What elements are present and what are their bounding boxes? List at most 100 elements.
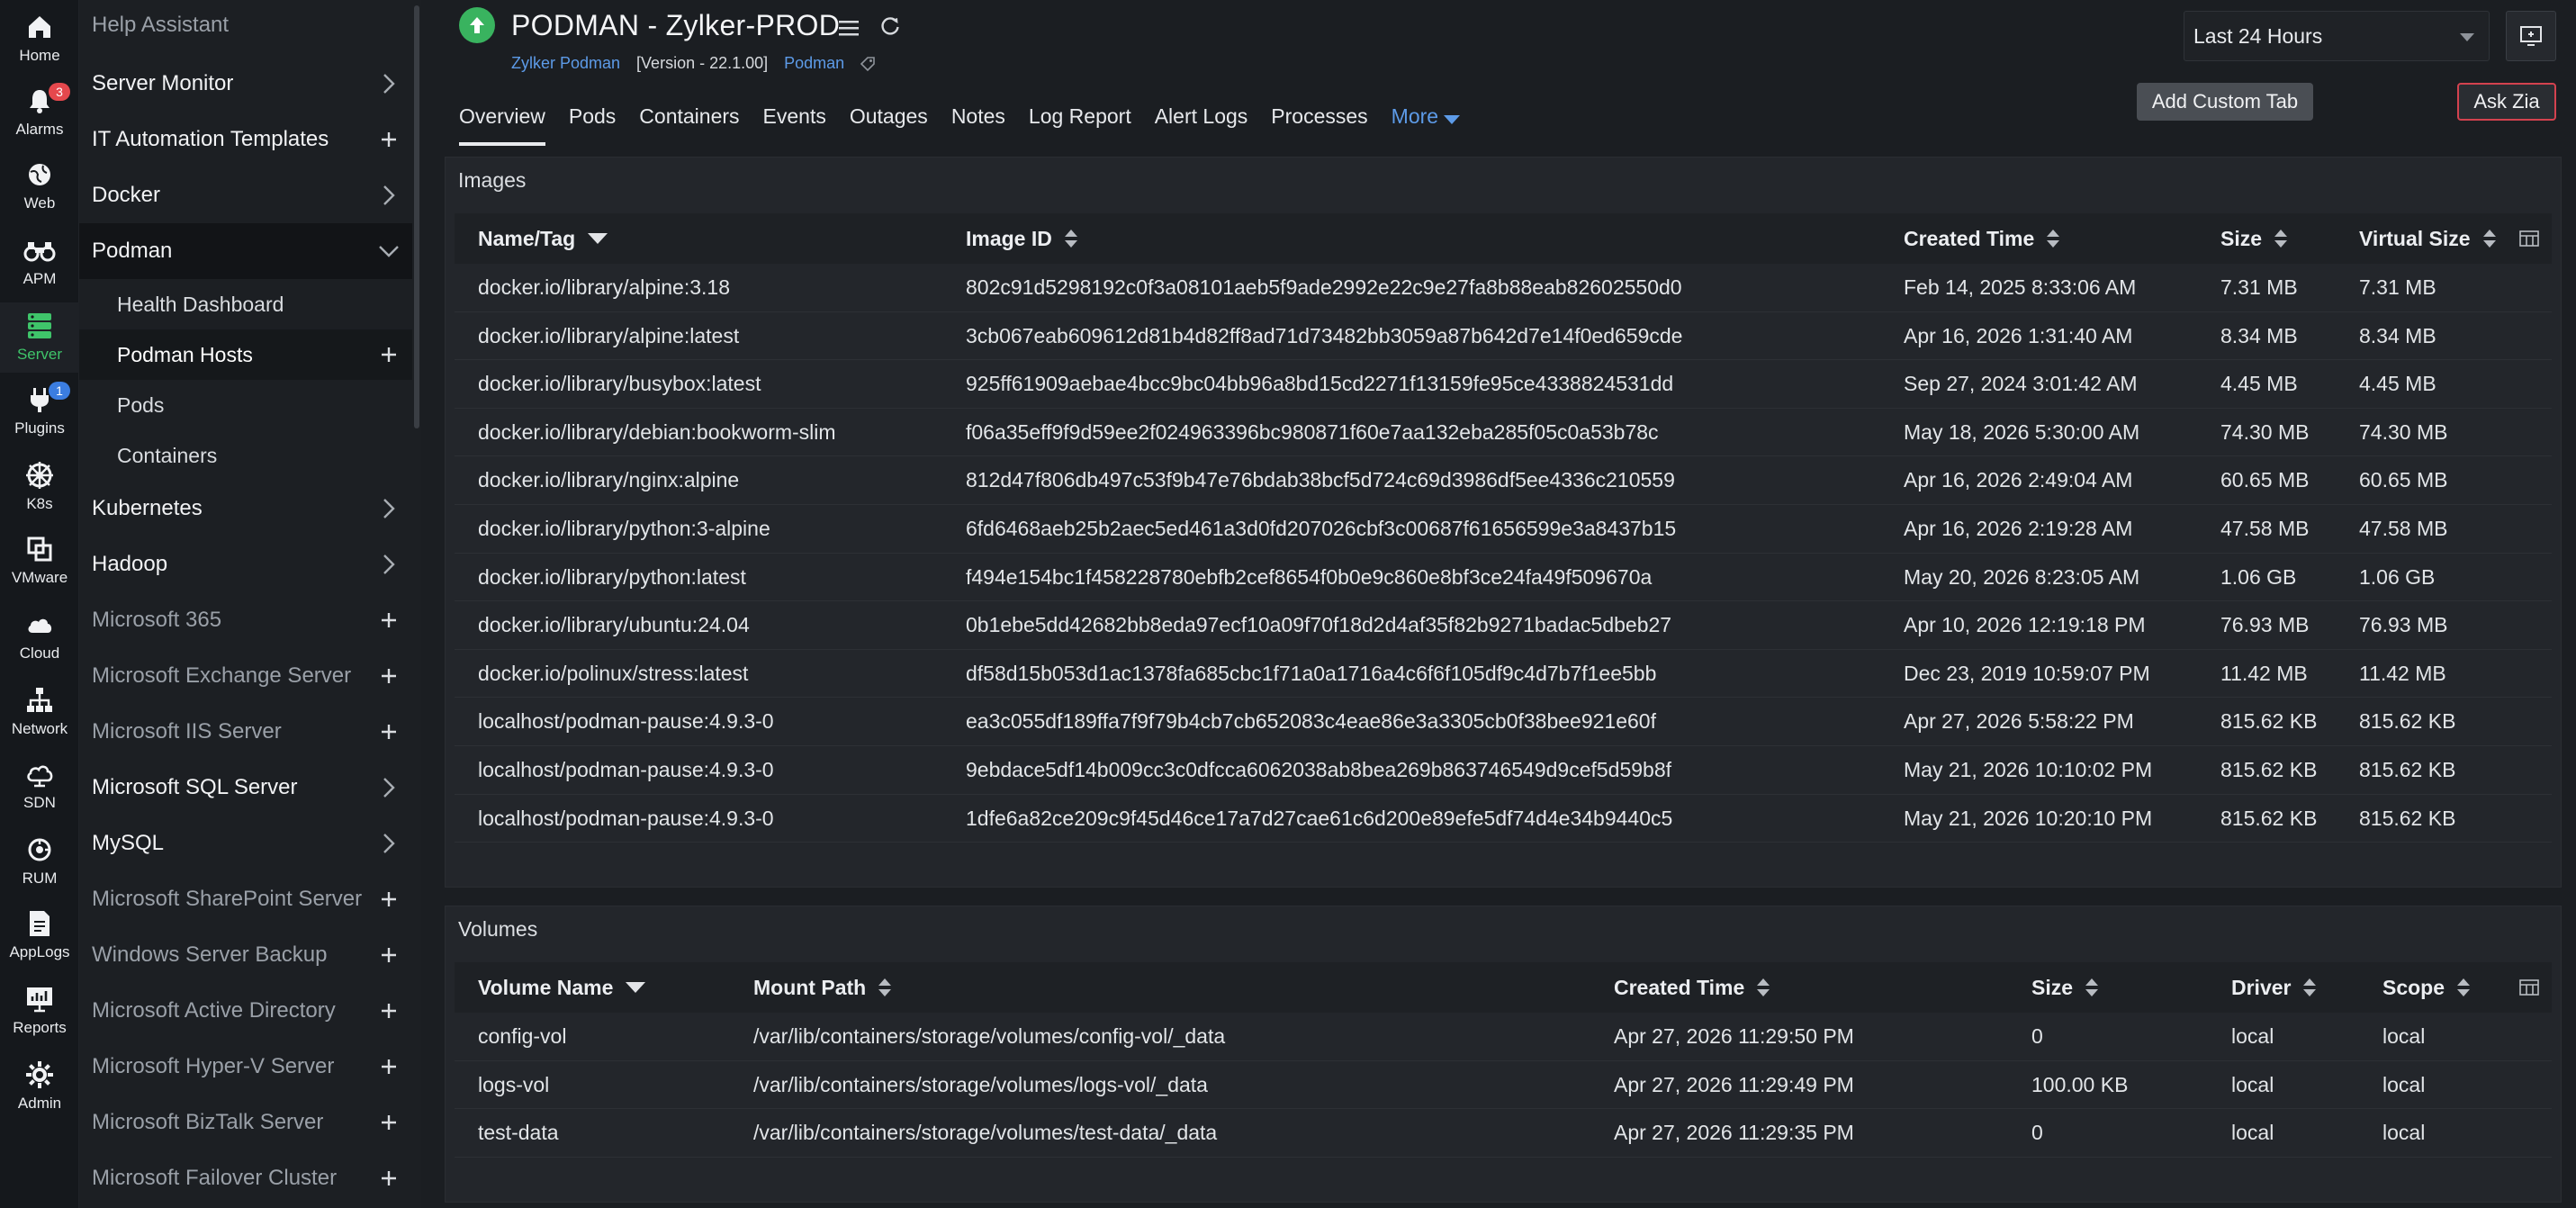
monitor-name-link[interactable]: Zylker Podman xyxy=(511,54,620,73)
plus-icon[interactable] xyxy=(378,721,400,743)
sidebar-item-hadoop[interactable]: Hadoop xyxy=(79,536,412,592)
tab-outages[interactable]: Outages xyxy=(850,101,928,146)
sidebar-item-windows-server-backup[interactable]: Windows Server Backup xyxy=(79,927,412,983)
cell-size: 815.62 KB xyxy=(2220,806,2318,830)
sidebar-item-kubernetes[interactable]: Kubernetes xyxy=(79,481,412,536)
plus-icon[interactable] xyxy=(378,609,400,631)
tab-containers[interactable]: Containers xyxy=(639,101,739,146)
sidebar-item-containers[interactable]: Containers xyxy=(79,430,412,481)
table-row[interactable]: config-vol/var/lib/containers/storage/vo… xyxy=(455,1013,2552,1061)
plus-icon[interactable] xyxy=(378,944,400,966)
tag-icon[interactable] xyxy=(859,55,877,73)
sidebar-item-microsoft-iis-server[interactable]: Microsoft IIS Server xyxy=(79,704,412,760)
table-row[interactable]: docker.io/library/alpine:3.18 802c91d5298… xyxy=(455,264,2552,312)
table-row[interactable]: docker.io/library/python:3-alpine 6fd6468… xyxy=(455,505,2552,554)
sidebar-item-help-assistant[interactable]: Help Assistant xyxy=(79,0,412,50)
table-row[interactable]: localhost/podman-pause:4.9.3-0 9ebdace5df… xyxy=(455,746,2552,795)
plus-icon[interactable] xyxy=(378,1056,400,1077)
chevron-right-icon[interactable] xyxy=(378,498,400,519)
plus-icon[interactable] xyxy=(378,1112,400,1133)
sidebar-item-microsoft-sql-server[interactable]: Microsoft SQL Server xyxy=(79,760,412,816)
table-row[interactable]: docker.io/library/alpine:latest 3cb067eab… xyxy=(455,312,2552,361)
monitor-type-link[interactable]: Podman xyxy=(784,54,844,73)
rail-item-home[interactable]: Home xyxy=(0,4,79,74)
sidebar-item-label: Microsoft SQL Server xyxy=(92,775,298,799)
rail-item-reports[interactable]: Reports xyxy=(0,976,79,1046)
plus-icon[interactable] xyxy=(378,129,400,150)
rail-item-vmware[interactable]: VMware xyxy=(0,526,79,596)
rail-item-server[interactable]: Server xyxy=(0,302,79,373)
rail-item-sdn[interactable]: SDN xyxy=(0,751,79,821)
plus-icon[interactable] xyxy=(378,1000,400,1022)
menu-icon[interactable] xyxy=(837,16,860,40)
cell-image-id: 6fd6468aeb25b2aec5ed461a3d0fd207026cbf3c… xyxy=(966,517,1677,540)
rail-item-web[interactable]: Web xyxy=(0,151,79,221)
tab-log-report[interactable]: Log Report xyxy=(1029,101,1131,146)
rail-item-k8s[interactable]: K8s xyxy=(0,452,79,522)
rail-item-rum[interactable]: RUM xyxy=(0,826,79,897)
rail-item-plugins[interactable]: 1 Plugins xyxy=(0,376,79,446)
chevron-right-icon[interactable] xyxy=(378,73,400,95)
table-row[interactable]: docker.io/library/ubuntu:24.04 0b1ebe5dd4… xyxy=(455,601,2552,650)
sidebar-scrollbar[interactable] xyxy=(412,0,421,1208)
rail-item-apm[interactable]: APM xyxy=(0,227,79,297)
tab-overview[interactable]: Overview xyxy=(459,101,545,146)
sidebar-item-health-dashboard[interactable]: Health Dashboard xyxy=(79,279,412,329)
sidebar-item-microsoft-exchange-server[interactable]: Microsoft Exchange Server xyxy=(79,648,412,704)
table-row[interactable]: docker.io/library/debian:bookworm-slim f0… xyxy=(455,409,2552,457)
table-row[interactable]: localhost/podman-pause:4.9.3-0 ea3c055df1… xyxy=(455,698,2552,746)
tab-processes[interactable]: Processes xyxy=(1271,101,1367,146)
rail-item-applogs[interactable]: AppLogs xyxy=(0,900,79,970)
sidebar-item-label: Microsoft BizTalk Server xyxy=(92,1110,324,1134)
tab-more[interactable]: More xyxy=(1392,101,1461,146)
sidebar-item-microsoft-hyper-v-server[interactable]: Microsoft Hyper-V Server xyxy=(79,1039,412,1095)
sidebar-item-microsoft-failover-cluster[interactable]: Microsoft Failover Cluster xyxy=(79,1150,412,1206)
ask-zia-button[interactable]: Ask Zia xyxy=(2457,83,2556,121)
table-row[interactable]: localhost/podman-pause:4.9.3-0 1dfe6a82ce… xyxy=(455,795,2552,843)
table-row[interactable]: docker.io/library/nginx:alpine 812d47f806… xyxy=(455,456,2552,505)
table-row[interactable]: docker.io/library/python:latest f494e154b… xyxy=(455,554,2552,602)
plus-icon[interactable] xyxy=(378,665,400,687)
cell-scope: local xyxy=(2382,1024,2426,1048)
plus-icon[interactable] xyxy=(378,1167,400,1189)
scrollbar-thumb[interactable] xyxy=(414,5,419,428)
tab-alert-logs[interactable]: Alert Logs xyxy=(1155,101,1248,146)
table-row[interactable]: test-data/var/lib/containers/storage/vol… xyxy=(455,1109,2552,1158)
table-row[interactable]: logs-vol/var/lib/containers/storage/volu… xyxy=(455,1061,2552,1110)
sidebar-item-docker[interactable]: Docker xyxy=(79,167,412,223)
sidebar-item-pods[interactable]: Pods xyxy=(79,380,412,430)
table-row[interactable]: docker.io/polinux/stress:latest df58d15b0… xyxy=(455,650,2552,699)
sidebar-item-microsoft-365[interactable]: Microsoft 365 xyxy=(79,592,412,648)
tab-events[interactable]: Events xyxy=(763,101,826,146)
table-row[interactable]: docker.io/library/busybox:latest 925ff619… xyxy=(455,360,2552,409)
plus-icon[interactable] xyxy=(378,344,400,365)
cell-image-id: ea3c055df189ffa7f9f79b4cb7cb652083c4eae8… xyxy=(966,709,1656,734)
sidebar-item-label: Windows Server Backup xyxy=(92,942,328,967)
chevron-right-icon[interactable] xyxy=(378,833,400,854)
rail-item-network[interactable]: Network xyxy=(0,677,79,747)
sidebar-item-microsoft-active-directory[interactable]: Microsoft Active Directory xyxy=(79,983,412,1039)
plus-icon[interactable] xyxy=(378,888,400,910)
sidebar-item-microsoft-sharepoint-server[interactable]: Microsoft SharePoint Server xyxy=(79,871,412,927)
rail-label: Cloud xyxy=(19,645,60,662)
refresh-icon[interactable] xyxy=(878,14,902,38)
sidebar-item-label: Microsoft IIS Server xyxy=(92,719,282,744)
chevron-right-icon[interactable] xyxy=(378,554,400,575)
tab-notes[interactable]: Notes xyxy=(951,101,1005,146)
time-range-select[interactable]: Last 24 Hours xyxy=(2184,11,2490,61)
sidebar-item-podman[interactable]: Podman xyxy=(79,223,412,279)
chevron-right-icon[interactable] xyxy=(378,777,400,798)
chevron-right-icon[interactable] xyxy=(378,185,400,206)
add-custom-tab-button[interactable]: Add Custom Tab xyxy=(2137,83,2313,121)
sidebar-item-microsoft-biztalk-server[interactable]: Microsoft BizTalk Server xyxy=(79,1095,412,1150)
rail-item-admin[interactable]: Admin xyxy=(0,1051,79,1122)
chevron-down-icon[interactable] xyxy=(378,240,400,262)
fullscreen-button[interactable] xyxy=(2506,11,2556,61)
rail-item-alarms[interactable]: 3 Alarms xyxy=(0,77,79,148)
sidebar-item-mysql[interactable]: MySQL xyxy=(79,816,412,871)
rail-item-cloud[interactable]: Cloud xyxy=(0,601,79,672)
tab-pods[interactable]: Pods xyxy=(569,101,616,146)
sidebar-item-podman-hosts[interactable]: Podman Hosts xyxy=(79,329,412,380)
sidebar-item-it-automation-templates[interactable]: IT Automation Templates xyxy=(79,112,412,167)
sidebar-item-server-monitor[interactable]: Server Monitor xyxy=(79,56,412,112)
